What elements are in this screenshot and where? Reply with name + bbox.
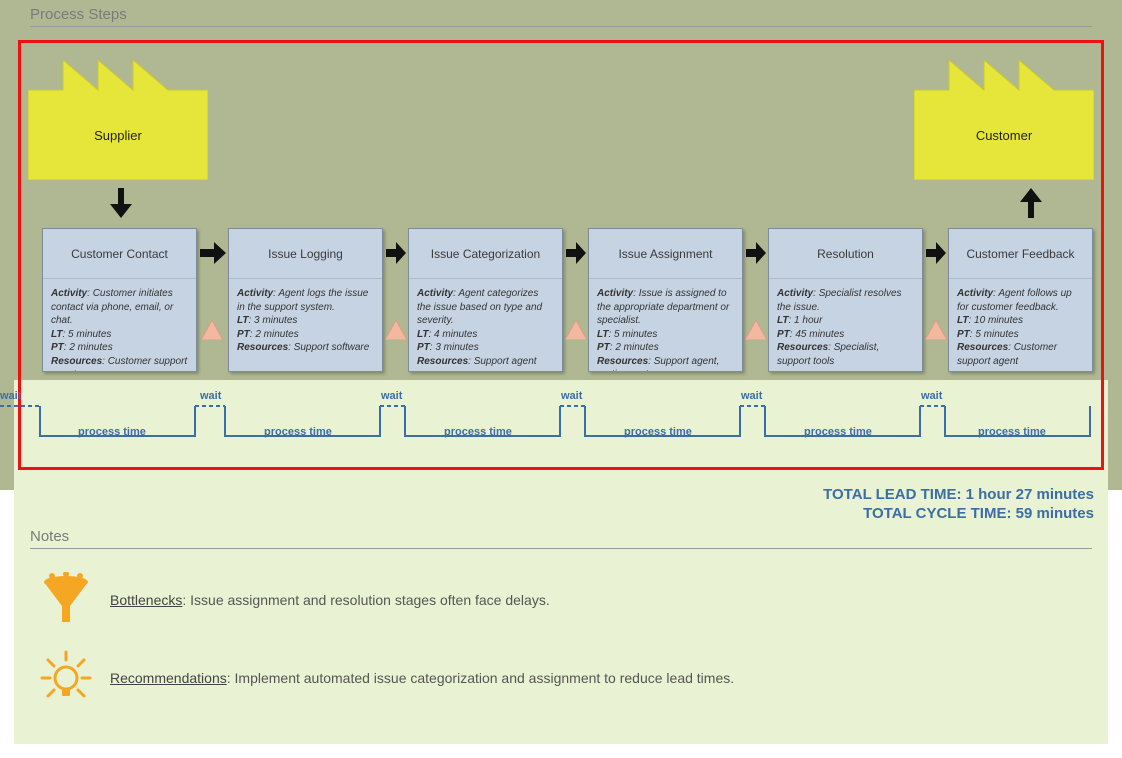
process-box-body: Activity: Agent logs the issue in the su… [229, 279, 382, 371]
wait-label: wait [921, 390, 942, 402]
recommendations-label: Recommendations [110, 670, 227, 686]
arrow-right-icon [386, 242, 406, 264]
lightbulb-icon [38, 650, 94, 706]
inventory-triangle-icon [385, 320, 407, 340]
total-lead-value: 1 hour 27 minutes [966, 486, 1094, 503]
process-steps-heading: Process Steps [30, 6, 127, 23]
process-box-body: Activity: Agent categorizes the issue ba… [409, 279, 562, 371]
inventory-triangle-icon [565, 320, 587, 340]
process-box-title: Customer Contact [43, 229, 196, 279]
wait-label: wait [381, 390, 402, 402]
process-time-label: process time [804, 426, 872, 438]
process-box-body: Activity: Customer initiates contact via… [43, 279, 196, 371]
recommendations-text: : Implement automated issue categorizati… [227, 670, 734, 686]
funnel-icon [38, 572, 94, 628]
process-box: Customer Feedback Activity: Agent follow… [948, 228, 1093, 372]
process-box-title: Issue Categorization [409, 229, 562, 279]
wait-label: wait [0, 390, 21, 402]
inventory-triangle-icon [925, 320, 947, 340]
bottlenecks-label: Bottlenecks [110, 592, 182, 608]
process-time-label: process time [978, 426, 1046, 438]
supplier-shape: Supplier [28, 50, 208, 180]
process-time-label: process time [444, 426, 512, 438]
divider [30, 26, 1092, 27]
total-cycle-value: 59 minutes [1016, 505, 1094, 522]
process-box: Issue Categorization Activity: Agent cat… [408, 228, 563, 372]
wait-label: wait [561, 390, 582, 402]
process-box-title: Issue Assignment [589, 229, 742, 279]
customer-label: Customer [914, 128, 1094, 143]
process-box: Resolution Activity: Specialist resolves… [768, 228, 923, 372]
process-box-body: Activity: Issue is assigned to the appro… [589, 279, 742, 371]
inventory-triangle-icon [745, 320, 767, 340]
process-box: Customer Contact Activity: Customer init… [42, 228, 197, 372]
note-bottlenecks: Bottlenecks: Issue assignment and resolu… [110, 592, 550, 608]
totals-block: TOTAL LEAD TIME: 1 hour 27 minutes TOTAL… [823, 486, 1094, 524]
arrow-right-icon [566, 242, 586, 264]
bottlenecks-text: : Issue assignment and resolution stages… [182, 592, 549, 608]
customer-shape: Customer [914, 50, 1094, 180]
process-box-title: Resolution [769, 229, 922, 279]
process-box-body: Activity: Agent follows up for customer … [949, 279, 1092, 371]
process-time-label: process time [264, 426, 332, 438]
total-cycle-label: TOTAL CYCLE TIME: [863, 505, 1011, 522]
note-recommendations: Recommendations: Implement automated iss… [110, 670, 734, 686]
process-time-label: process time [624, 426, 692, 438]
process-box-body: Activity: Specialist resolves the issue.… [769, 279, 922, 371]
arrow-right-icon [200, 242, 226, 264]
supplier-label: Supplier [28, 128, 208, 143]
process-box: Issue Logging Activity: Agent logs the i… [228, 228, 383, 372]
wait-label: wait [200, 390, 221, 402]
arrow-right-icon [746, 242, 766, 264]
total-lead-label: TOTAL LEAD TIME: [823, 486, 961, 503]
process-box-title: Issue Logging [229, 229, 382, 279]
notes-heading: Notes [30, 528, 69, 545]
arrow-right-icon [926, 242, 946, 264]
divider [30, 548, 1092, 549]
wait-label: wait [741, 390, 762, 402]
process-box-title: Customer Feedback [949, 229, 1092, 279]
inventory-triangle-icon [201, 320, 223, 340]
process-box: Issue Assignment Activity: Issue is assi… [588, 228, 743, 372]
timeline: wait wait wait wait wait wait process ti… [0, 388, 1100, 448]
arrow-down-icon [110, 188, 132, 218]
arrow-up-icon [1020, 188, 1042, 218]
process-time-label: process time [78, 426, 146, 438]
